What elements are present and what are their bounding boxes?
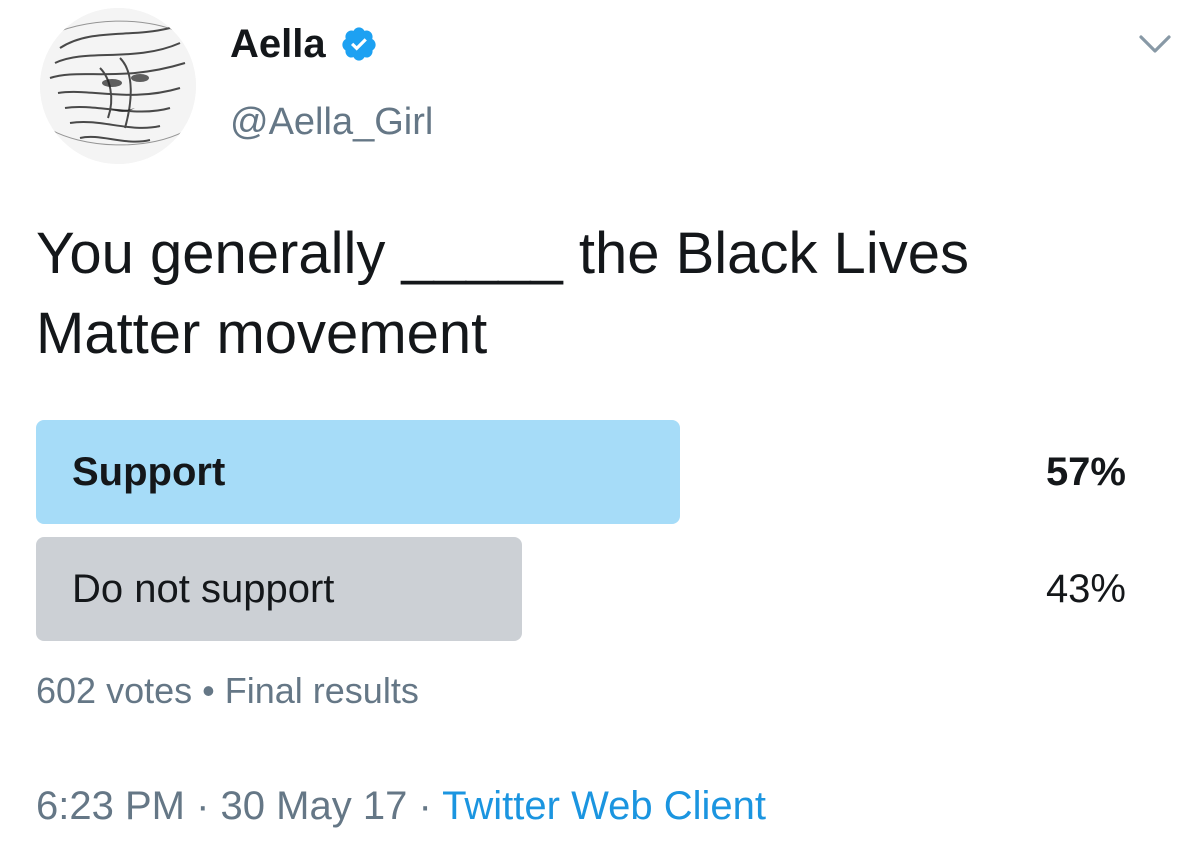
poll-option-label: Support: [72, 450, 226, 494]
author-name-row: Aella: [230, 24, 378, 64]
poll-separator: •: [202, 670, 215, 711]
poll-option-percent: 43%: [1045, 567, 1126, 611]
poll-option-support: Support 57%: [36, 420, 1130, 524]
timestamp-separator: ·: [418, 784, 432, 828]
poll-vote-count: 602 votes: [36, 670, 193, 711]
author-display-name[interactable]: Aella: [230, 24, 326, 64]
tweet-time[interactable]: 6:23 PM: [36, 784, 185, 828]
tweet-date[interactable]: 30 May 17: [221, 784, 408, 828]
tweet-text: You generally _____ the Black Lives Matt…: [36, 221, 969, 366]
tweet-timestamp-row: 6:23 PM · 30 May 17 · Twitter Web Client: [36, 784, 766, 828]
poll: Support 57% Do not support 43%: [36, 420, 1130, 654]
timestamp-separator: ·: [196, 784, 210, 828]
tweet-card: Aella @Aella_Girl You generally _____ th…: [0, 0, 1200, 848]
poll-option-do-not-support: Do not support 43%: [36, 537, 1130, 641]
verified-badge-icon: [340, 25, 378, 63]
poll-option-label: Do not support: [72, 567, 335, 611]
poll-summary: 602 votes • Final results: [36, 671, 419, 711]
tweet-source-link[interactable]: Twitter Web Client: [442, 784, 766, 828]
author-handle[interactable]: @Aella_Girl: [230, 103, 433, 141]
avatar[interactable]: [40, 8, 196, 164]
sketch-portrait-avatar-icon: [40, 8, 196, 164]
chevron-down-icon[interactable]: [1138, 34, 1172, 56]
poll-option-percent: 57%: [1045, 450, 1126, 494]
poll-status: Final results: [224, 670, 419, 711]
